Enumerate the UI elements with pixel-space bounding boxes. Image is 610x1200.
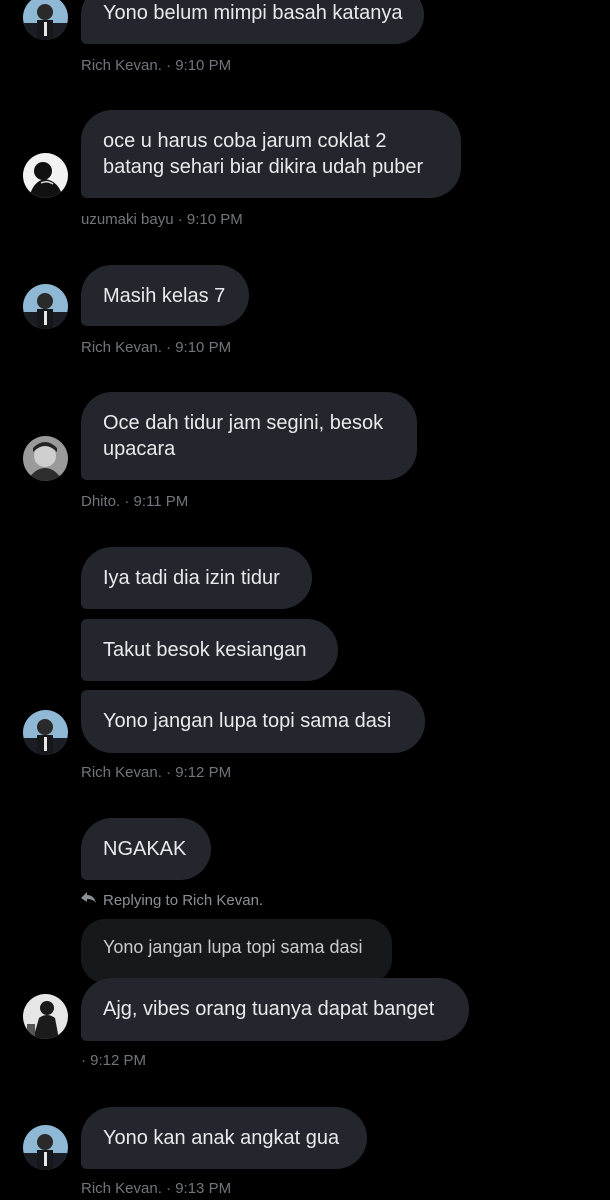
message-bubble[interactable]: Oce dah tidur jam segini, besok upacara bbox=[81, 392, 417, 480]
avatar-rich-kevan[interactable] bbox=[23, 1125, 68, 1170]
avatar-rich-kevan[interactable] bbox=[23, 284, 68, 329]
message-text: NGAKAK bbox=[103, 838, 187, 860]
message-text: Yono belum mimpi basah katanya bbox=[103, 2, 403, 24]
avatar-uzumaki-bayu[interactable] bbox=[23, 153, 68, 198]
avatar-dhito[interactable] bbox=[23, 436, 68, 481]
reply-label-text: Replying to Rich Kevan. bbox=[103, 891, 264, 909]
message-bubble[interactable]: Yono jangan lupa topi sama dasi bbox=[81, 690, 425, 753]
quoted-message[interactable]: Yono jangan lupa topi sama dasi bbox=[81, 919, 392, 983]
message-text-line: Oce dah tidur jam segini, besok bbox=[103, 412, 384, 434]
message-bubble[interactable]: oce u harus coba jarum coklat 2 batang s… bbox=[81, 110, 461, 198]
message-meta: · 9:12 PM bbox=[81, 1052, 147, 1069]
message-text: Yono jangan lupa topi sama dasi bbox=[103, 710, 392, 732]
message-text-line: oce u harus coba jarum coklat 2 bbox=[103, 130, 387, 152]
conversation-thread: Yono belum mimpi basah katanya Rich Keva… bbox=[0, 0, 610, 1200]
message-text-line: upacara bbox=[103, 438, 176, 460]
message-text: Masih kelas 7 bbox=[103, 285, 226, 307]
message-meta: Rich Kevan. · 9:10 PM bbox=[81, 339, 232, 356]
message-bubble[interactable]: Iya tadi dia izin tidur bbox=[81, 547, 312, 609]
message-meta: uzumaki bayu · 9:10 PM bbox=[81, 211, 243, 228]
message-bubble[interactable]: Yono belum mimpi basah katanya bbox=[81, 0, 425, 44]
message-bubble[interactable]: Takut besok kesiangan bbox=[81, 619, 338, 681]
message-text: Yono kan anak angkat gua bbox=[103, 1127, 340, 1149]
message-text: Iya tadi dia izin tidur bbox=[103, 567, 280, 589]
message-meta: Rich Kevan. · 9:12 PM bbox=[81, 764, 232, 781]
reply-arrow-icon bbox=[80, 890, 97, 911]
message-bubble[interactable]: Ajg, vibes orang tuanya dapat banget bbox=[81, 978, 469, 1041]
message-bubble[interactable]: NGAKAK bbox=[81, 818, 211, 880]
avatar-rich-kevan[interactable] bbox=[23, 710, 68, 755]
message-text: Takut besok kesiangan bbox=[103, 639, 307, 661]
message-meta: Rich Kevan. · 9:10 PM bbox=[81, 57, 232, 74]
message-meta: Dhito. · 9:11 PM bbox=[81, 493, 189, 510]
quoted-message-text: Yono jangan lupa topi sama dasi bbox=[103, 937, 363, 957]
message-meta: Rich Kevan. · 9:13 PM bbox=[81, 1180, 232, 1197]
reply-context[interactable]: Replying to Rich Kevan. bbox=[80, 890, 263, 911]
avatar-sender[interactable] bbox=[23, 994, 68, 1039]
message-bubble[interactable]: Yono kan anak angkat gua bbox=[81, 1107, 367, 1169]
avatar-rich-kevan[interactable] bbox=[23, 0, 68, 40]
message-text: Ajg, vibes orang tuanya dapat banget bbox=[103, 998, 435, 1020]
message-text-line: batang sehari biar dikira udah puber bbox=[103, 156, 424, 178]
message-bubble[interactable]: Masih kelas 7 bbox=[81, 265, 249, 326]
